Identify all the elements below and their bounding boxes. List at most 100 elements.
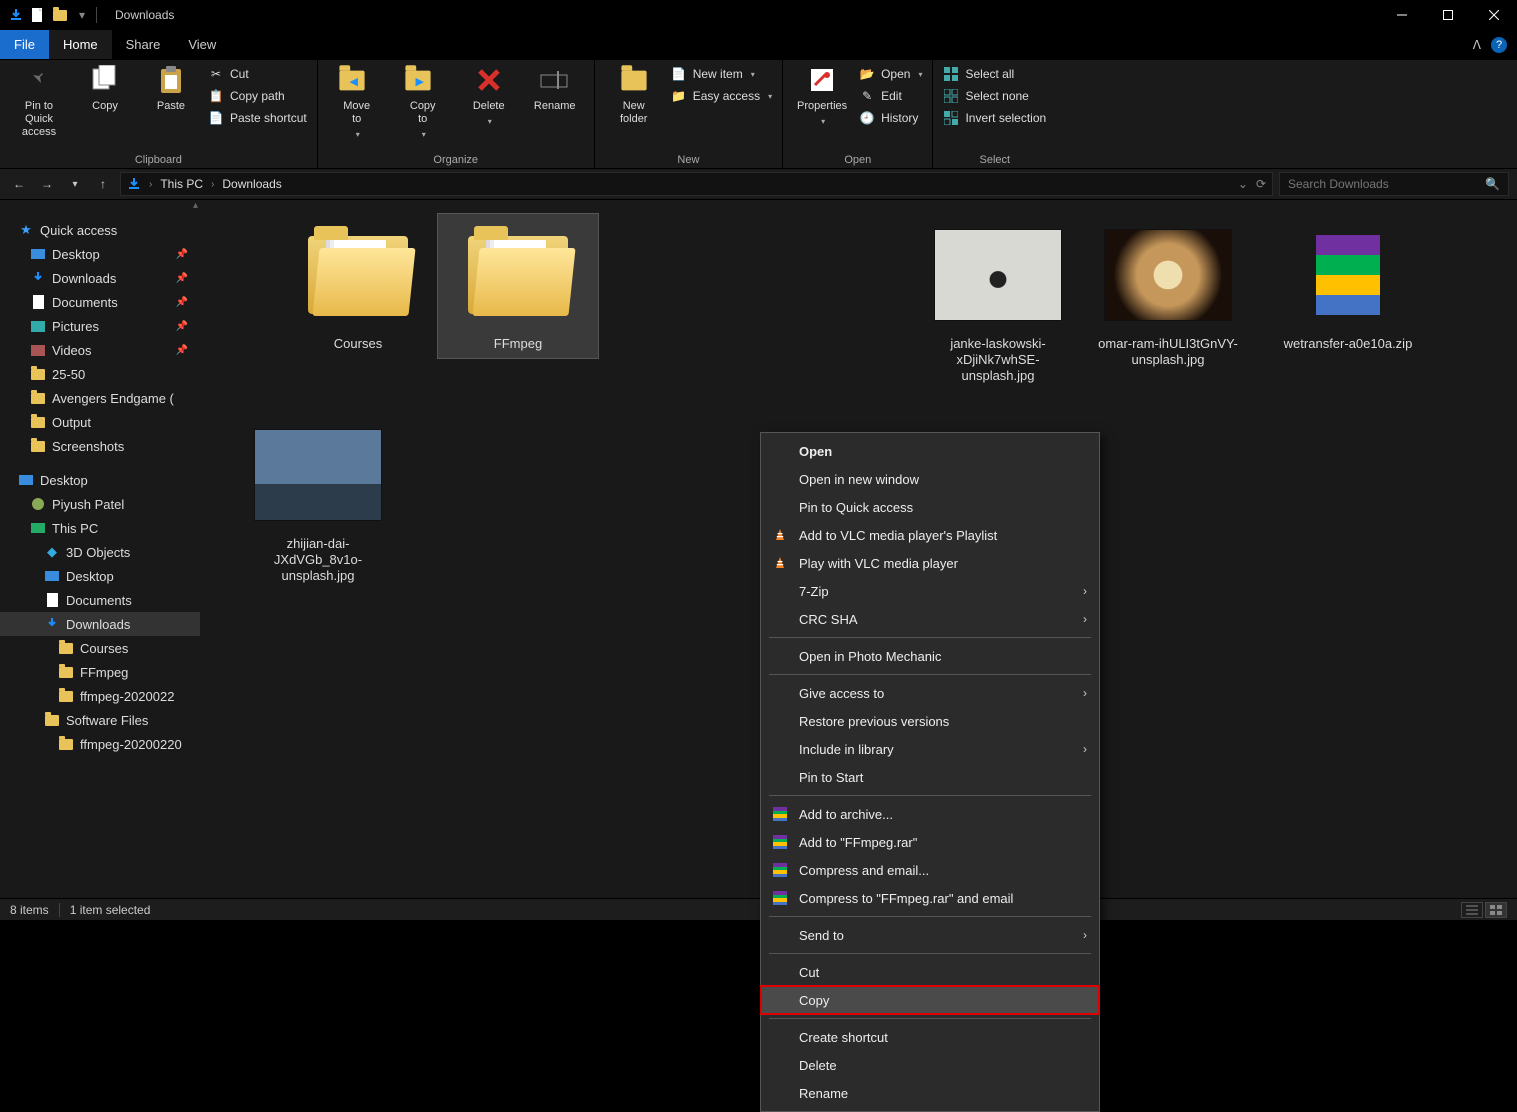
chevron-down-icon[interactable]: ▾ [74,7,90,23]
tree-item-desktop[interactable]: Desktop📌 [0,242,200,266]
breadcrumb-this-pc[interactable]: This PC [160,177,203,191]
file-item[interactable]: wetransfer-a0e10a.zip [1268,214,1428,358]
search-icon[interactable]: 🔍 [1485,177,1500,191]
copy-to-button[interactable]: ▶Copy to▾ [394,64,452,141]
delete-button[interactable]: Delete▾ [460,64,518,128]
search-box[interactable]: 🔍 [1279,172,1509,196]
refresh-icon[interactable]: ⟳ [1256,177,1266,191]
tab-view[interactable]: View [174,30,230,59]
pin-to-quick-access-button[interactable]: Pin to Quick access [10,64,68,139]
context-menu-item-add-to-vlc-media-player-s-playlist[interactable]: Add to VLC media player's Playlist [761,521,1099,549]
details-view-button[interactable] [1461,902,1483,918]
thumbnails-view-button[interactable] [1485,902,1507,918]
context-menu-item-play-with-vlc-media-player[interactable]: Play with VLC media player [761,549,1099,577]
new-folder-button[interactable]: New folder [605,64,663,126]
context-menu-item-delete[interactable]: Delete [761,1051,1099,1079]
file-item[interactable]: Courses [278,214,438,358]
context-menu-item-open-in-photo-mechanic[interactable]: Open in Photo Mechanic [761,642,1099,670]
file-item[interactable]: janke-laskowski-xDjiNk7whSE-unsplash.jpg [918,214,1078,390]
tree-item-documents[interactable]: Documents [0,588,200,612]
cut-button[interactable]: ✂Cut [208,66,307,82]
tree-item-label: Quick access [40,223,117,238]
back-button[interactable]: ← [8,173,30,195]
tree-item-piyush-patel[interactable]: Piyush Patel [0,492,200,516]
context-menu-item-compress-and-email-[interactable]: Compress and email... [761,856,1099,884]
forward-button[interactable]: → [36,173,58,195]
tree-item-software-files[interactable]: Software Files [0,708,200,732]
tree-item-quick-access[interactable]: ★Quick access [0,218,200,242]
tree-item-downloads[interactable]: Downloads📌 [0,266,200,290]
context-menu-item-give-access-to[interactable]: Give access to› [761,679,1099,707]
tree-item-25-50[interactable]: 25-50 [0,362,200,386]
context-menu-item-7-zip[interactable]: 7-Zip› [761,577,1099,605]
tree-item-videos[interactable]: Videos📌 [0,338,200,362]
tab-file[interactable]: File [0,30,49,59]
chevron-right-icon[interactable]: › [149,179,152,190]
context-menu-item-include-in-library[interactable]: Include in library› [761,735,1099,763]
file-item[interactable]: omar-ram-ihULI3tGnVY-unsplash.jpg [1088,214,1248,374]
context-menu-item-crc-sha[interactable]: CRC SHA› [761,605,1099,633]
properties-button[interactable]: Properties▾ [793,64,851,128]
tree-item-downloads[interactable]: Downloads [0,612,200,636]
tree-item-desktop[interactable]: Desktop [0,564,200,588]
context-menu-item-pin-to-quick-access[interactable]: Pin to Quick access [761,493,1099,521]
tab-share[interactable]: Share [112,30,175,59]
copy-button[interactable]: Copy [76,64,134,113]
breadcrumb-downloads[interactable]: Downloads [222,177,281,191]
maximize-button[interactable] [1425,0,1471,30]
tree-item-avengers-endgame-[interactable]: Avengers Endgame ( [0,386,200,410]
select-none-button[interactable]: Select none [943,88,1046,104]
paste-shortcut-button[interactable]: 📄Paste shortcut [208,110,307,126]
tree-item-ffmpeg-20200220[interactable]: ffmpeg-20200220 [0,732,200,756]
easy-access-button[interactable]: 📁Easy access▾ [671,88,772,104]
move-to-button[interactable]: ◀Move to▾ [328,64,386,141]
tree-item-desktop[interactable]: Desktop [0,468,200,492]
dropdown-icon[interactable]: ⌄ [1238,177,1248,191]
tree-item-output[interactable]: Output [0,410,200,434]
chevron-right-icon[interactable]: › [211,179,214,190]
context-menu-item-open[interactable]: Open [761,437,1099,465]
rename-button[interactable]: Rename [526,64,584,113]
tree-item-ffmpeg[interactable]: FFmpeg [0,660,200,684]
tree-item-ffmpeg-2020022[interactable]: ffmpeg-2020022 [0,684,200,708]
context-menu-item-compress-to-ffmpeg-rar-and-email[interactable]: Compress to "FFmpeg.rar" and email [761,884,1099,912]
select-all-button[interactable]: Select all [943,66,1046,82]
navigation-pane[interactable]: ▴ ★Quick accessDesktop📌Downloads📌Documen… [0,200,200,898]
tree-item-3d-objects[interactable]: ◆3D Objects [0,540,200,564]
context-menu-item-pin-to-start[interactable]: Pin to Start [761,763,1099,791]
collapse-ribbon-icon[interactable]: ᐱ [1473,38,1481,52]
tree-item-documents[interactable]: Documents📌 [0,290,200,314]
scroll-up-icon[interactable]: ▴ [193,200,198,211]
tree-item-pictures[interactable]: Pictures📌 [0,314,200,338]
open-button[interactable]: 📂Open▾ [859,66,922,82]
up-button[interactable]: ↑ [92,173,114,195]
search-input[interactable] [1288,177,1485,191]
tree-item-courses[interactable]: Courses [0,636,200,660]
history-button[interactable]: 🕘History [859,110,922,126]
file-item[interactable]: FFmpeg [438,214,598,358]
paste-button[interactable]: Paste [142,64,200,113]
recent-locations-button[interactable]: ▾ [64,173,86,195]
context-menu-item-copy[interactable]: Copy [761,986,1099,1014]
new-item-button[interactable]: 📄New item▾ [671,66,772,82]
context-menu-item-add-to-ffmpeg-rar-[interactable]: Add to "FFmpeg.rar" [761,828,1099,856]
minimize-button[interactable] [1379,0,1425,30]
edit-button[interactable]: ✎Edit [859,88,922,104]
invert-selection-button[interactable]: Invert selection [943,110,1046,126]
context-menu-item-send-to[interactable]: Send to› [761,921,1099,949]
address-bar[interactable]: › This PC › Downloads ⌄ ⟳ [120,172,1273,196]
tree-item-this-pc[interactable]: This PC [0,516,200,540]
close-button[interactable] [1471,0,1517,30]
context-menu-item-restore-previous-versions[interactable]: Restore previous versions [761,707,1099,735]
copy-path-button[interactable]: 📋Copy path [208,88,307,104]
context-menu-item-cut[interactable]: Cut [761,958,1099,986]
context-menu-item-add-to-archive-[interactable]: Add to archive... [761,800,1099,828]
help-icon[interactable]: ? [1491,37,1507,53]
context-menu-item-rename[interactable]: Rename [761,1079,1099,1107]
file-item[interactable]: zhijian-dai-JXdVGb_8v1o-unsplash.jpg [238,414,398,590]
tree-item-screenshots[interactable]: Screenshots [0,434,200,458]
context-menu-item-create-shortcut[interactable]: Create shortcut [761,1023,1099,1051]
context-menu-item-open-in-new-window[interactable]: Open in new window [761,465,1099,493]
tab-home[interactable]: Home [49,30,112,59]
file-view[interactable]: CoursesFFmpeg janke-laskowski-xDjiNk7whSE… [200,200,1517,898]
